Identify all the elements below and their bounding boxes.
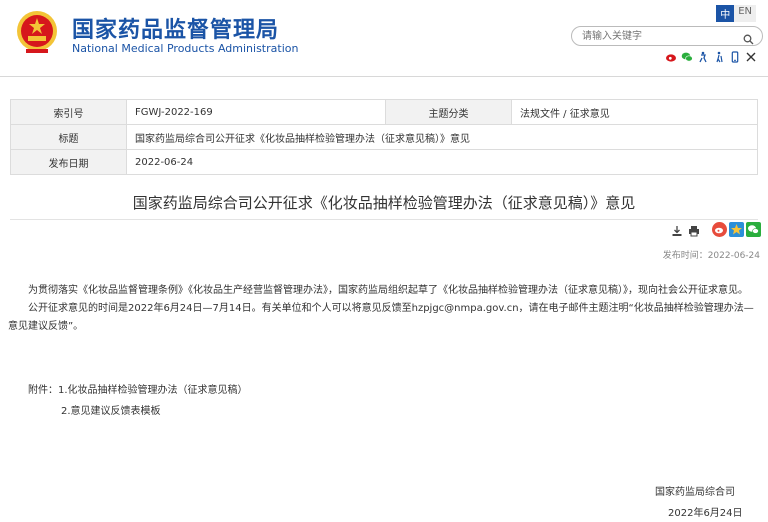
sign-date: 2022年6月24日 [668, 504, 743, 519]
signature: 国家药监局综合司 [655, 483, 735, 498]
wechat-icon[interactable] [681, 51, 693, 63]
search-icon[interactable] [743, 30, 754, 49]
article-body: 为贯彻落实《化妆品监督管理条例》《化妆品生产经营监督管理办法》，国家药监局组织起… [8, 282, 758, 336]
publish-time: 发布时间：2022-06-24 [663, 248, 760, 261]
weibo-icon[interactable] [665, 51, 677, 63]
site-header: 国家药品监督管理局 National Medical Products Admi… [0, 0, 768, 76]
download-icon[interactable] [670, 224, 683, 237]
table-row: 发布日期 2022-06-24 [11, 150, 758, 175]
attachment-link-1[interactable]: 附件：1.化妆品抽样检验管理办法（征求意见稿） [28, 381, 248, 401]
table-row: 索引号 FGWJ-2022-169 主题分类 法规文件 / 征求意见 [11, 100, 758, 125]
share-qzone-icon[interactable] [729, 222, 744, 237]
category-value: 法规文件 / 征求意见 [512, 100, 758, 125]
publish-date-label: 发布日期 [11, 150, 127, 175]
category-label: 主题分类 [386, 100, 512, 125]
index-number-label: 索引号 [11, 100, 127, 125]
print-icon[interactable] [687, 224, 700, 237]
elderly-mode-icon[interactable] [713, 51, 725, 63]
mobile-icon[interactable] [729, 51, 741, 63]
table-row: 标题 国家药监局综合司公开征求《化妆品抽样检验管理办法（征求意见稿）》意见 [11, 125, 758, 150]
paragraph: 公开征求意见的时间是2022年6月24日—7月14日。有关单位和个人可以将意见反… [8, 300, 758, 336]
article-title: 国家药监局综合司公开征求《化妆品抽样检验管理办法（征求意见稿）》意见 [0, 192, 768, 213]
close-icon[interactable] [745, 51, 757, 63]
lang-cn-button[interactable]: 中 [716, 5, 734, 22]
header-social-bar [665, 51, 757, 63]
accessibility-icon[interactable] [697, 51, 709, 63]
paragraph: 为贯彻落实《化妆品监督管理条例》《化妆品生产经营监督管理办法》，国家药监局组织起… [8, 282, 758, 300]
share-bar [712, 222, 761, 237]
document-info-table: 索引号 FGWJ-2022-169 主题分类 法规文件 / 征求意见 标题 国家… [10, 99, 758, 175]
site-name-cn[interactable]: 国家药品监督管理局 [72, 12, 279, 44]
search-input[interactable] [582, 28, 732, 44]
share-weibo-icon[interactable] [712, 222, 727, 237]
national-emblem-icon [16, 10, 58, 54]
language-switch: 中 EN [716, 5, 756, 22]
publish-date-value: 2022-06-24 [127, 150, 758, 175]
lang-en-button[interactable]: EN [734, 5, 756, 22]
title-value: 国家药监局综合司公开征求《化妆品抽样检验管理办法（征求意见稿）》意见 [127, 125, 758, 150]
title-divider [10, 219, 758, 220]
article-tools [670, 224, 700, 237]
search-box [571, 26, 763, 46]
title-label: 标题 [11, 125, 127, 150]
header-divider [0, 76, 768, 77]
attachment-link-2[interactable]: 2.意见建议反馈表模板 [61, 402, 161, 417]
site-name-en[interactable]: National Medical Products Administration [72, 42, 298, 55]
index-number-value: FGWJ-2022-169 [127, 100, 386, 125]
share-wechat-icon[interactable] [746, 222, 761, 237]
